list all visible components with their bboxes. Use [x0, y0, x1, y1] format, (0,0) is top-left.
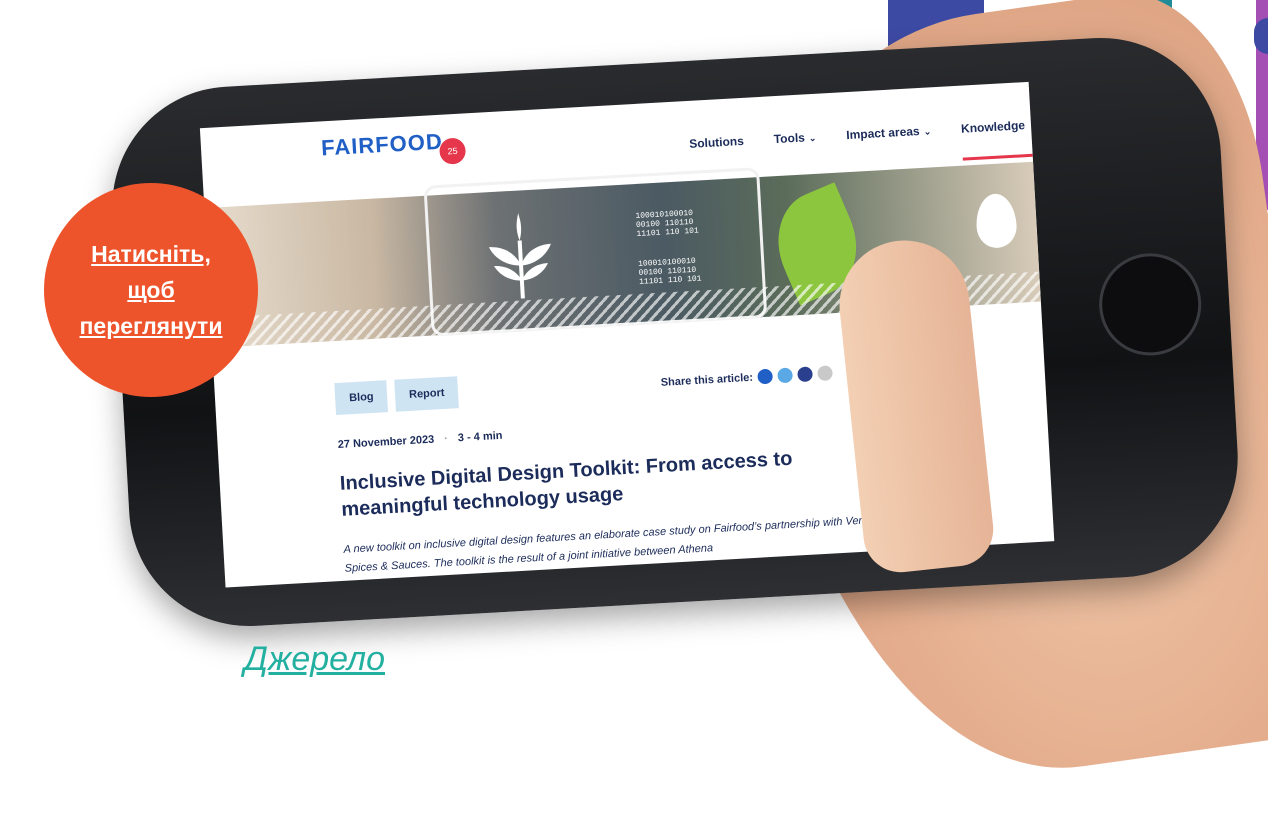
article-intro: A new toolkit on inclusive digital desig…: [343, 513, 896, 575]
tag-blog[interactable]: Blog: [334, 380, 389, 416]
decorative-dot-navy: [1254, 18, 1268, 54]
view-button[interactable]: Натисніть, щоб переглянути: [44, 183, 258, 397]
nav-item-tools[interactable]: Tools ⌄: [773, 130, 816, 146]
article-title: Inclusive Digital Design Toolkit: From a…: [339, 447, 793, 521]
binary-label-2: 100010100010 00100 110110 11101 110 101: [637, 256, 702, 287]
site-nav: Solutions Tools ⌄ Impact areas ⌄ Knowledge: [689, 118, 1026, 151]
chevron-down-icon: ⌄: [923, 126, 932, 137]
nav-item-solutions[interactable]: Solutions: [689, 134, 744, 151]
nav-item-impact-areas[interactable]: Impact areas ⌄: [846, 123, 932, 142]
logo-anniversary-badge: 25: [438, 137, 467, 165]
facebook-icon[interactable]: [797, 366, 814, 383]
binary-label-1: 100010100010 00100 110110 11101 110 101: [635, 208, 700, 239]
phone-mockup: FAIRFOOD 25 Solutions Tools ⌄ Impact area…: [105, 31, 1245, 633]
chevron-down-icon: ⌄: [808, 132, 817, 144]
water-drop-icon: [974, 192, 1018, 249]
nav-item-knowledge[interactable]: Knowledge: [961, 118, 1026, 136]
email-icon[interactable]: [817, 365, 834, 382]
phone-home-button: [1096, 250, 1204, 359]
article-read-time: 3 - 4 min: [457, 429, 503, 445]
twitter-icon[interactable]: [777, 367, 794, 384]
meta-separator: ·: [443, 432, 449, 446]
linkedin-icon[interactable]: [757, 368, 774, 385]
share-label: Share this article:: [660, 371, 754, 389]
view-button-label: Натисніть, щоб переглянути: [79, 241, 223, 339]
article-meta: 27 November 2023 · 3 - 4 min: [337, 430, 502, 451]
source-link[interactable]: Джерело: [244, 640, 385, 679]
tag-report[interactable]: Report: [394, 376, 460, 412]
plant-icon: [488, 212, 551, 299]
article-date: 27 November 2023: [337, 433, 435, 451]
share-bar: Share this article:: [660, 365, 834, 390]
site-logo[interactable]: FAIRFOOD: [320, 129, 443, 162]
nav-active-underline: [962, 153, 1033, 161]
